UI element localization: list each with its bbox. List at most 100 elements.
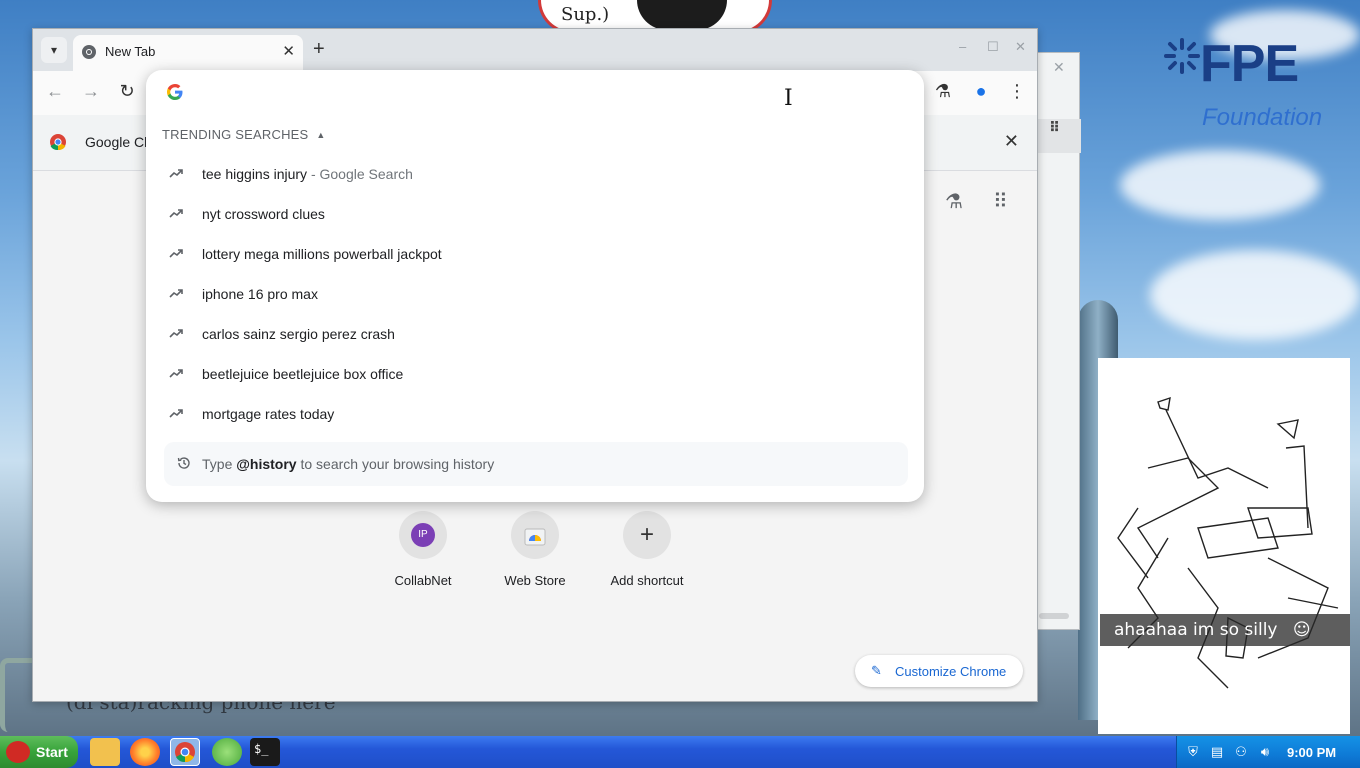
drawing-caption-text: ahaahaa im so silly bbox=[1114, 620, 1278, 640]
cloud bbox=[1120, 150, 1320, 220]
start-label: Start bbox=[36, 744, 68, 760]
minimize-icon[interactable]: ‒ bbox=[959, 39, 966, 54]
omnibox-dropdown: TRENDING SEARCHES ▲ tee higgins injury - … bbox=[146, 70, 924, 502]
close-window-icon[interactable]: ✕ bbox=[1015, 39, 1026, 55]
terminal-icon[interactable]: $_ bbox=[250, 738, 280, 766]
web-store-icon bbox=[524, 528, 546, 546]
trending-arrow-icon bbox=[169, 209, 183, 218]
maximize-icon[interactable]: ☐ bbox=[987, 39, 999, 55]
chrome-icon bbox=[175, 742, 195, 763]
cloud bbox=[1150, 250, 1360, 340]
suggestion-suffix: - Google Search bbox=[307, 166, 413, 182]
drawing-caption: ahaahaa im so silly ☺ bbox=[1100, 614, 1350, 646]
plus-icon: + bbox=[639, 521, 654, 548]
suggestion-row[interactable]: lottery mega millions powerball jackpot bbox=[146, 234, 924, 274]
shortcut-label: CollabNet bbox=[394, 573, 452, 588]
back-arrow-icon[interactable]: ← bbox=[43, 81, 67, 102]
trending-arrow-icon bbox=[169, 329, 183, 338]
volume-icon[interactable]: 🔊︎ bbox=[1257, 744, 1273, 760]
trending-arrow-icon bbox=[169, 289, 183, 298]
profile-avatar-icon[interactable]: ● bbox=[969, 81, 993, 102]
sticker-character bbox=[637, 0, 727, 30]
sticker-text: Sup.) bbox=[561, 4, 610, 25]
labs-flask-icon[interactable]: ⚗ bbox=[931, 81, 955, 102]
chrome-taskbar-icon[interactable] bbox=[170, 738, 200, 766]
pencil-icon: ✎ bbox=[871, 663, 882, 678]
app-grid-icon[interactable] bbox=[212, 738, 242, 766]
background-browser-window[interactable]: ✕ ⠿ bbox=[1032, 52, 1081, 630]
suggestion-row[interactable]: mortgage rates today bbox=[146, 394, 924, 434]
history-clock-icon bbox=[177, 457, 190, 469]
burst-icon bbox=[1164, 38, 1200, 74]
shortcut-icon-circle bbox=[511, 511, 559, 559]
trending-arrow-icon bbox=[169, 369, 183, 378]
history-hint-prefix: Type bbox=[202, 456, 237, 472]
network-icon[interactable]: ⚇ bbox=[1233, 744, 1249, 760]
trending-arrow-icon bbox=[169, 249, 183, 258]
history-hint-suffix: to search your browsing history bbox=[296, 456, 495, 472]
shield-icon[interactable]: ⛨ bbox=[1185, 744, 1201, 760]
shortcut-label: Web Store bbox=[504, 573, 566, 588]
more-menu-icon[interactable]: ⋮ bbox=[1005, 81, 1029, 102]
shortcut-collabnet[interactable]: IP CollabNet bbox=[367, 511, 479, 601]
suggestion-text: lottery mega millions powerball jackpot bbox=[202, 246, 442, 262]
suggestion-text: nyt crossword clues bbox=[202, 206, 325, 222]
fpe-foundation-logo: FPE Foundation bbox=[1160, 34, 1330, 138]
system-tray: ⛨ ▤ ⚇ 🔊︎ 9:00 PM bbox=[1176, 736, 1360, 768]
google-g-icon bbox=[167, 84, 183, 100]
reload-icon[interactable]: ↻ bbox=[115, 81, 139, 102]
doodle-sketch bbox=[1117, 396, 1339, 689]
horizontal-scrollbar[interactable] bbox=[1039, 613, 1069, 619]
suggestion-row[interactable]: nyt crossword clues bbox=[146, 194, 924, 234]
close-icon[interactable]: ✕ bbox=[1053, 59, 1065, 76]
tab-strip: ▾ New Tab ✕ + ‒ ☐ ✕ bbox=[33, 29, 1037, 71]
suggestion-text: tee higgins injury bbox=[202, 166, 308, 182]
clipboard-icon[interactable]: ▤ bbox=[1209, 744, 1225, 760]
section-title: TRENDING SEARCHES bbox=[162, 127, 309, 142]
chrome-logo-icon bbox=[50, 134, 66, 151]
customize-chrome-label: Customize Chrome bbox=[895, 664, 1007, 679]
clock[interactable]: 9:00 PM bbox=[1287, 745, 1336, 760]
suggestion-row[interactable]: tee higgins injury - Google Search bbox=[146, 154, 924, 194]
apps-grid-icon[interactable]: ⠿ bbox=[1049, 119, 1060, 136]
fpe-logo-text: FPE bbox=[1200, 35, 1299, 93]
laughing-emoji-icon: ☺ bbox=[1292, 620, 1311, 640]
file-manager-icon[interactable] bbox=[90, 738, 120, 766]
shortcut-icon-circle: IP bbox=[399, 511, 447, 559]
taskbar: Start $_ ⛨ ▤ ⚇ 🔊︎ 9:00 PM bbox=[0, 736, 1360, 768]
labs-flask-icon[interactable]: ⚗ bbox=[945, 189, 963, 214]
suggestion-row[interactable]: iphone 16 pro max bbox=[146, 274, 924, 314]
suggestion-text: beetlejuice beetlejuice box office bbox=[202, 366, 404, 382]
suggestion-row[interactable]: carlos sainz sergio perez crash bbox=[146, 314, 924, 354]
suggestion-text: carlos sainz sergio perez crash bbox=[202, 326, 395, 342]
firefox-icon[interactable] bbox=[130, 738, 160, 766]
suggestion-text: mortgage rates today bbox=[202, 406, 335, 422]
start-button[interactable]: Start bbox=[0, 736, 78, 768]
info-bar-text: Google Ch bbox=[85, 134, 152, 150]
tab-title: New Tab bbox=[105, 44, 156, 59]
tab-search-dropdown-icon[interactable]: ▾ bbox=[41, 37, 67, 63]
doodle-drawing bbox=[1098, 358, 1350, 734]
close-tab-icon[interactable]: ✕ bbox=[282, 42, 295, 60]
angry-bird-start-icon bbox=[6, 741, 30, 763]
google-apps-grid-icon[interactable]: ⠿ bbox=[993, 189, 1008, 214]
close-infobar-icon[interactable]: ✕ bbox=[1004, 131, 1019, 152]
collabnet-avatar: IP bbox=[411, 523, 435, 547]
new-tab-button[interactable]: + bbox=[313, 38, 325, 60]
shortcut-icon-circle: + bbox=[623, 511, 671, 559]
text-cursor-icon: I bbox=[784, 86, 793, 111]
suggestion-text: iphone 16 pro max bbox=[202, 286, 318, 302]
forward-arrow-icon[interactable]: → bbox=[79, 81, 103, 102]
history-keyword: @history bbox=[236, 456, 297, 472]
collapse-caret-icon: ▲ bbox=[316, 130, 326, 140]
trending-arrow-icon bbox=[169, 169, 183, 178]
add-shortcut-button[interactable]: + Add shortcut bbox=[591, 511, 703, 601]
customize-chrome-button[interactable]: ✎ Customize Chrome bbox=[855, 655, 1023, 687]
suggestion-row[interactable]: beetlejuice beetlejuice box office bbox=[146, 354, 924, 394]
history-search-hint[interactable]: Type @history to search your browsing hi… bbox=[164, 442, 908, 486]
trending-searches-header[interactable]: TRENDING SEARCHES ▲ bbox=[162, 127, 326, 142]
chrome-icon bbox=[82, 45, 96, 59]
tab-new-tab[interactable]: New Tab ✕ bbox=[73, 35, 303, 71]
shortcut-web-store[interactable]: Web Store bbox=[479, 511, 591, 601]
trending-arrow-icon bbox=[169, 409, 183, 418]
